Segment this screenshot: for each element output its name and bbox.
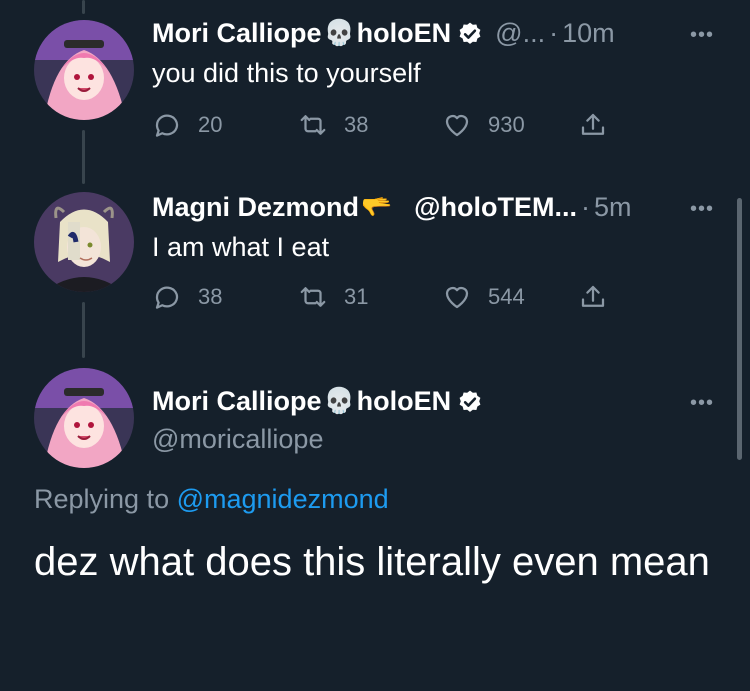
retweet-button[interactable]: 31 [298,282,442,312]
like-button[interactable]: 544 [442,282,578,312]
tweet-2-actions: 38 31 544 [152,282,632,312]
display-name-suffix[interactable]: holoEN [357,386,452,417]
retweet-button[interactable]: 38 [298,110,442,140]
thread-line-top [82,0,85,14]
reply-button[interactable]: 20 [152,110,298,140]
like-button[interactable]: 930 [442,110,578,140]
display-name[interactable]: Magni Dezmond [152,192,359,223]
retweet-icon [300,115,326,135]
retweet-count: 31 [344,284,369,309]
heart-icon [445,114,469,137]
verified-badge-icon [459,390,481,412]
handle[interactable]: @... [495,18,545,49]
more-options-icon[interactable]: ••• [690,24,714,47]
thread-line-2 [82,302,85,358]
reply-count: 20 [198,112,223,137]
replying-mention-link[interactable]: @magnidezmond [177,484,389,514]
avatar-image [34,368,134,468]
focus-tweet-text: dez what does this literally even mean [34,540,710,584]
heart-icon [445,286,469,309]
thread-line-1 [82,130,85,184]
avatar-image [34,192,134,292]
share-icon [581,285,605,307]
scrollbar[interactable] [737,198,742,460]
focus-tweet-header: Mori Calliope 💀 holoEN [152,386,483,417]
replying-to-line: Replying to @magnidezmond [34,484,389,515]
skull-emoji: 💀 [323,19,355,47]
reply-icon [155,286,179,309]
display-name-suffix[interactable]: holoEN [357,18,452,49]
reply-button[interactable]: 38 [152,282,298,312]
timestamp[interactable]: 10m [562,18,615,49]
reply-icon [155,114,179,137]
replying-prefix: Replying to [34,484,170,514]
avatar-image [34,20,134,120]
share-icon [581,113,605,135]
retweet-icon [300,287,326,307]
reply-count: 38 [198,284,223,309]
more-options-icon[interactable]: ••• [690,392,714,415]
hand-emoji: 🫳 [361,193,393,221]
share-button[interactable] [578,282,608,312]
more-options-icon[interactable]: ••• [690,198,714,221]
tweet-2-header: Magni Dezmond 🫳 @holoTEM... · 5m [152,192,631,223]
verified-badge-icon [459,22,481,44]
like-count: 930 [488,112,525,137]
display-name[interactable]: Mori Calliope [152,386,322,417]
separator-dot: · [580,192,590,222]
separator-dot: · [549,18,559,48]
like-count: 544 [488,284,525,309]
tweet-1-text: you did this to yourself [152,58,421,88]
handle[interactable]: @holoTEM... [414,192,577,223]
retweet-count: 38 [344,112,369,137]
avatar-magni-dezmond[interactable] [34,192,134,292]
tweet-2-text: I am what I eat [152,232,330,262]
timestamp[interactable]: 5m [594,192,632,223]
tweet-1-actions: 20 38 930 [152,110,632,140]
tweet-1-header: Mori Calliope 💀 holoEN @... · 10m [152,18,615,49]
avatar-mori-calliope[interactable] [34,20,134,120]
avatar-mori-calliope-focus[interactable] [34,368,134,468]
share-button[interactable] [578,110,608,140]
display-name[interactable]: Mori Calliope [152,18,322,49]
focus-handle[interactable]: @moricalliope [152,424,323,455]
skull-emoji: 💀 [323,387,355,415]
